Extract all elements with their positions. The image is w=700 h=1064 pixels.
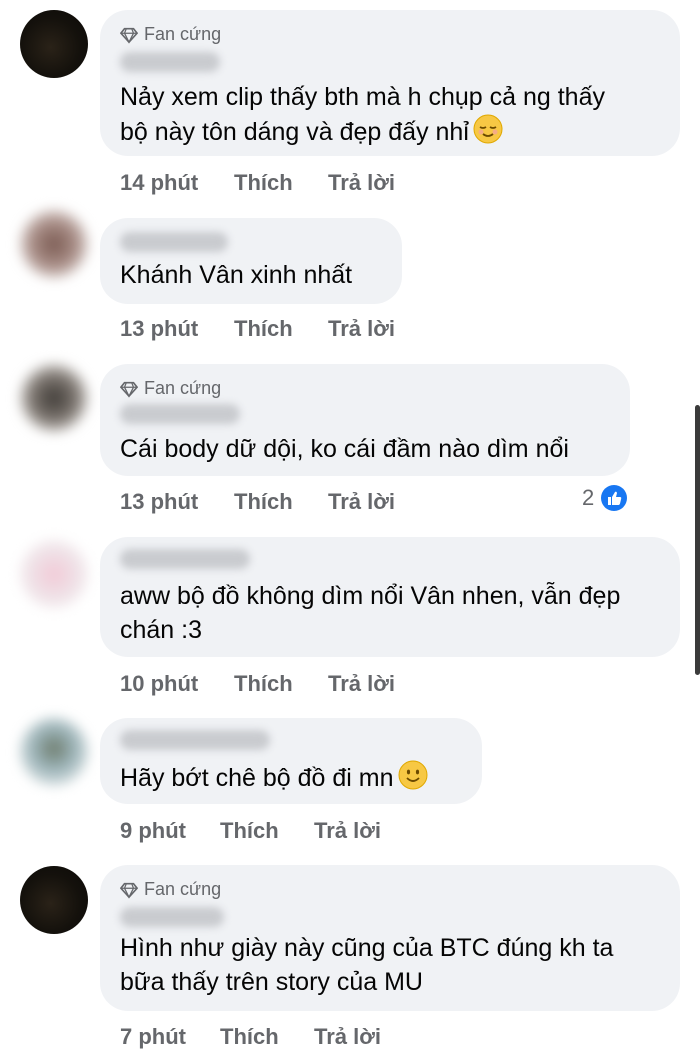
- reply-button[interactable]: Trả lời: [328, 170, 395, 196]
- like-button[interactable]: Thích: [220, 1024, 279, 1050]
- avatar[interactable]: [20, 364, 88, 432]
- reply-button[interactable]: Trả lời: [328, 489, 395, 515]
- comment-bubble: Khánh Vân xinh nhất: [100, 218, 402, 304]
- top-fan-badge: Fan cứng: [120, 378, 221, 399]
- comment-time[interactable]: 10 phút: [120, 671, 198, 697]
- like-button[interactable]: Thích: [234, 489, 293, 515]
- badge-label: Fan cứng: [144, 24, 222, 44]
- reaction-count: 2: [582, 485, 595, 510]
- reply-button[interactable]: Trả lời: [328, 316, 395, 342]
- commenter-name[interactable]: [120, 404, 240, 424]
- like-button[interactable]: Thích: [234, 316, 293, 342]
- reaction-summary[interactable]: 2: [582, 484, 628, 512]
- avatar[interactable]: [20, 10, 88, 78]
- top-fan-badge: Fan cứng: [120, 24, 221, 45]
- comment-text: Hình như giày này cũng của BTC đúng kh t…: [120, 934, 614, 996]
- comment-bubble: Fan cứng Hình như giày này cũng của BTC …: [100, 865, 680, 1011]
- diamond-icon: [120, 381, 138, 398]
- comment-time[interactable]: 13 phút: [120, 316, 198, 342]
- commenter-name[interactable]: [120, 232, 228, 252]
- comment-text: aww bộ đồ không dìm nổi Vân nhen, vẫn đẹ…: [120, 582, 621, 644]
- comment-bubble: Fan cứng Cái body dữ dội, ko cái đầm nào…: [100, 364, 630, 476]
- comment-text: Khánh Vân xinh nhất: [120, 261, 353, 289]
- comment-text: Cái body dữ dội, ko cái đầm nào dìm nổi: [120, 435, 569, 463]
- comment-bubble: Hãy bớt chê bộ đồ đi mn: [100, 718, 482, 804]
- avatar[interactable]: [20, 210, 88, 278]
- avatar[interactable]: [20, 866, 88, 934]
- reply-button[interactable]: Trả lời: [328, 671, 395, 697]
- like-button[interactable]: Thích: [220, 818, 279, 844]
- comment-bubble: aww bộ đồ không dìm nổi Vân nhen, vẫn đẹ…: [100, 537, 680, 657]
- commenter-name[interactable]: [120, 52, 220, 72]
- diamond-icon: [120, 882, 138, 899]
- scrollbar[interactable]: [695, 405, 700, 675]
- like-button[interactable]: Thích: [234, 671, 293, 697]
- like-icon: [601, 485, 628, 511]
- comment-bubble: Fan cứng Nảy xem clip thấy bth mà h chụp…: [100, 10, 680, 156]
- relieved-face-icon: [473, 114, 503, 144]
- diamond-icon: [120, 27, 138, 44]
- comment-time[interactable]: 14 phút: [120, 170, 198, 196]
- commenter-name[interactable]: [120, 730, 270, 750]
- comment-time[interactable]: 7 phút: [120, 1024, 186, 1050]
- reply-button[interactable]: Trả lời: [314, 1024, 381, 1050]
- commenter-name[interactable]: [120, 907, 224, 927]
- comment-text: Nảy xem clip thấy bth mà h chụp cả ng th…: [120, 83, 605, 146]
- avatar[interactable]: [20, 718, 88, 786]
- like-button[interactable]: Thích: [234, 170, 293, 196]
- comment-time[interactable]: 9 phút: [120, 818, 186, 844]
- top-fan-badge: Fan cứng: [120, 879, 221, 900]
- reply-button[interactable]: Trả lời: [314, 818, 381, 844]
- badge-label: Fan cứng: [144, 378, 222, 398]
- comment-text: Hãy bớt chê bộ đồ đi mn: [120, 760, 428, 795]
- comment-time[interactable]: 13 phút: [120, 489, 198, 515]
- smiling-face-icon: [398, 760, 427, 790]
- badge-label: Fan cứng: [144, 879, 222, 899]
- commenter-name[interactable]: [120, 549, 250, 569]
- avatar[interactable]: [20, 540, 88, 608]
